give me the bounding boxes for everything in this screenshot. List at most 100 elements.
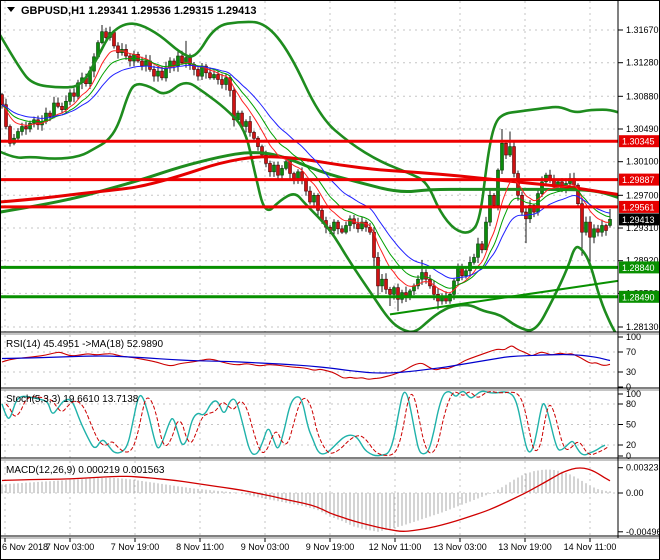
- candle-up[interactable]: [472, 257, 476, 263]
- candle-up[interactable]: [488, 195, 492, 223]
- candle-down[interactable]: [248, 121, 252, 133]
- candle-down[interactable]: [116, 45, 120, 53]
- price-grid-label: 1.30100: [626, 157, 659, 167]
- candle-down[interactable]: [56, 102, 60, 107]
- rsi-axis-label: 30: [626, 367, 636, 377]
- stoch-axis-label: 100: [626, 389, 641, 399]
- candle-up[interactable]: [496, 169, 500, 206]
- chart-title: GBPUSD,H1 1.29341 1.29536 1.29315 1.2941…: [21, 5, 256, 17]
- candle-up[interactable]: [132, 53, 136, 62]
- candle-down[interactable]: [480, 243, 484, 251]
- candle-up[interactable]: [464, 270, 468, 277]
- candle-down[interactable]: [268, 163, 272, 173]
- candle-up[interactable]: [392, 287, 396, 295]
- time-label: 8 Nov 11:00: [176, 542, 224, 552]
- price-badge-label: 1.29561: [622, 202, 655, 212]
- time-label: 9 Nov 03:00: [241, 542, 290, 552]
- time-label: 14 Nov 11:00: [564, 542, 617, 552]
- candle-down[interactable]: [252, 132, 256, 139]
- candle-down[interactable]: [596, 228, 600, 233]
- candle-down[interactable]: [104, 31, 108, 38]
- candle-down[interactable]: [512, 146, 516, 174]
- mt4-chart-window: 1.31670 1.31280 1.30880 1.30490 1.30100 1.297…: [0, 0, 660, 560]
- price-badge-label: 1.29887: [622, 175, 655, 185]
- candle-up[interactable]: [280, 168, 284, 176]
- candle-up[interactable]: [484, 221, 488, 251]
- candle-down[interactable]: [604, 225, 608, 231]
- candle-down[interactable]: [384, 278, 388, 290]
- price-grid-label: 1.31280: [626, 58, 659, 68]
- candle-up[interactable]: [64, 101, 68, 111]
- candle-up[interactable]: [500, 143, 504, 171]
- stoch-label: Stoch(5,3,3) 19.6610 13.7138: [6, 394, 139, 405]
- candle-down[interactable]: [492, 195, 496, 206]
- candle-down[interactable]: [220, 79, 224, 85]
- candle-down[interactable]: [504, 143, 508, 156]
- candle-down[interactable]: [216, 74, 220, 80]
- price-grid-label: 1.30880: [626, 91, 659, 101]
- candle-down[interactable]: [376, 257, 380, 287]
- candle-down[interactable]: [356, 223, 360, 230]
- candle-up[interactable]: [344, 225, 348, 233]
- price-grid-label: 1.29700: [626, 190, 659, 200]
- candle-up[interactable]: [156, 70, 160, 77]
- candle-up[interactable]: [272, 164, 276, 173]
- candle-down[interactable]: [48, 112, 52, 117]
- stoch-axis-label: 20: [626, 440, 636, 450]
- candle-up[interactable]: [244, 121, 248, 127]
- candle-down[interactable]: [340, 228, 344, 233]
- candle-up[interactable]: [380, 278, 384, 287]
- candle-up[interactable]: [184, 57, 188, 64]
- candle-up[interactable]: [476, 243, 480, 258]
- candle-up[interactable]: [212, 74, 216, 79]
- price-badge-label: 1.29413: [622, 215, 655, 225]
- candle-up[interactable]: [16, 131, 20, 139]
- candle-up[interactable]: [28, 122, 32, 130]
- candle-up[interactable]: [348, 218, 352, 226]
- candle-up[interactable]: [332, 221, 336, 231]
- candle-up[interactable]: [296, 171, 300, 179]
- candle-down[interactable]: [388, 288, 392, 295]
- candle-up[interactable]: [592, 228, 596, 238]
- macd-axis-label: 0.00: [626, 488, 644, 498]
- rsi-label: RSI(14) 45.4951 ->MA(18) 52.9890: [6, 339, 163, 350]
- candle-down[interactable]: [520, 195, 524, 213]
- candle-up[interactable]: [420, 272, 424, 280]
- candle-down[interactable]: [24, 126, 28, 130]
- candle-up[interactable]: [584, 221, 588, 233]
- candle-down[interactable]: [140, 60, 144, 67]
- candle-up[interactable]: [20, 126, 24, 132]
- candle-up[interactable]: [164, 67, 168, 79]
- candle-down[interactable]: [72, 92, 76, 97]
- candle-down[interactable]: [196, 69, 200, 77]
- macd-label: MACD(12,26,9) 0.000219 0.001563: [6, 465, 165, 476]
- candle-up[interactable]: [508, 146, 512, 156]
- candle-up[interactable]: [312, 195, 316, 203]
- candle-up[interactable]: [600, 225, 604, 233]
- price-grid-label: 1.30490: [626, 124, 659, 134]
- candle-up[interactable]: [68, 92, 72, 102]
- price-badge-label: 1.28490: [622, 292, 655, 302]
- macd-axis-label: 0.003233: [626, 463, 660, 473]
- candle-down[interactable]: [276, 164, 280, 176]
- candle-up[interactable]: [224, 77, 228, 85]
- candle-down[interactable]: [336, 221, 340, 230]
- candle-down[interactable]: [308, 190, 312, 203]
- candle-down[interactable]: [588, 221, 592, 238]
- candle-up[interactable]: [456, 267, 460, 282]
- candle-down[interactable]: [304, 179, 308, 192]
- candle-down[interactable]: [112, 32, 116, 47]
- candle-up[interactable]: [144, 60, 148, 67]
- candle-down[interactable]: [180, 55, 184, 63]
- candle-down[interactable]: [424, 272, 428, 280]
- candle-down[interactable]: [60, 106, 64, 111]
- candle-up[interactable]: [52, 102, 56, 117]
- candle-down[interactable]: [292, 173, 296, 179]
- candle-down[interactable]: [208, 72, 212, 79]
- candle-down[interactable]: [152, 69, 156, 77]
- candle-down[interactable]: [160, 70, 164, 79]
- candle-down[interactable]: [432, 285, 436, 295]
- price-badge-label: 1.28840: [622, 263, 655, 273]
- candle-up[interactable]: [284, 161, 288, 169]
- candle-up[interactable]: [100, 31, 104, 43]
